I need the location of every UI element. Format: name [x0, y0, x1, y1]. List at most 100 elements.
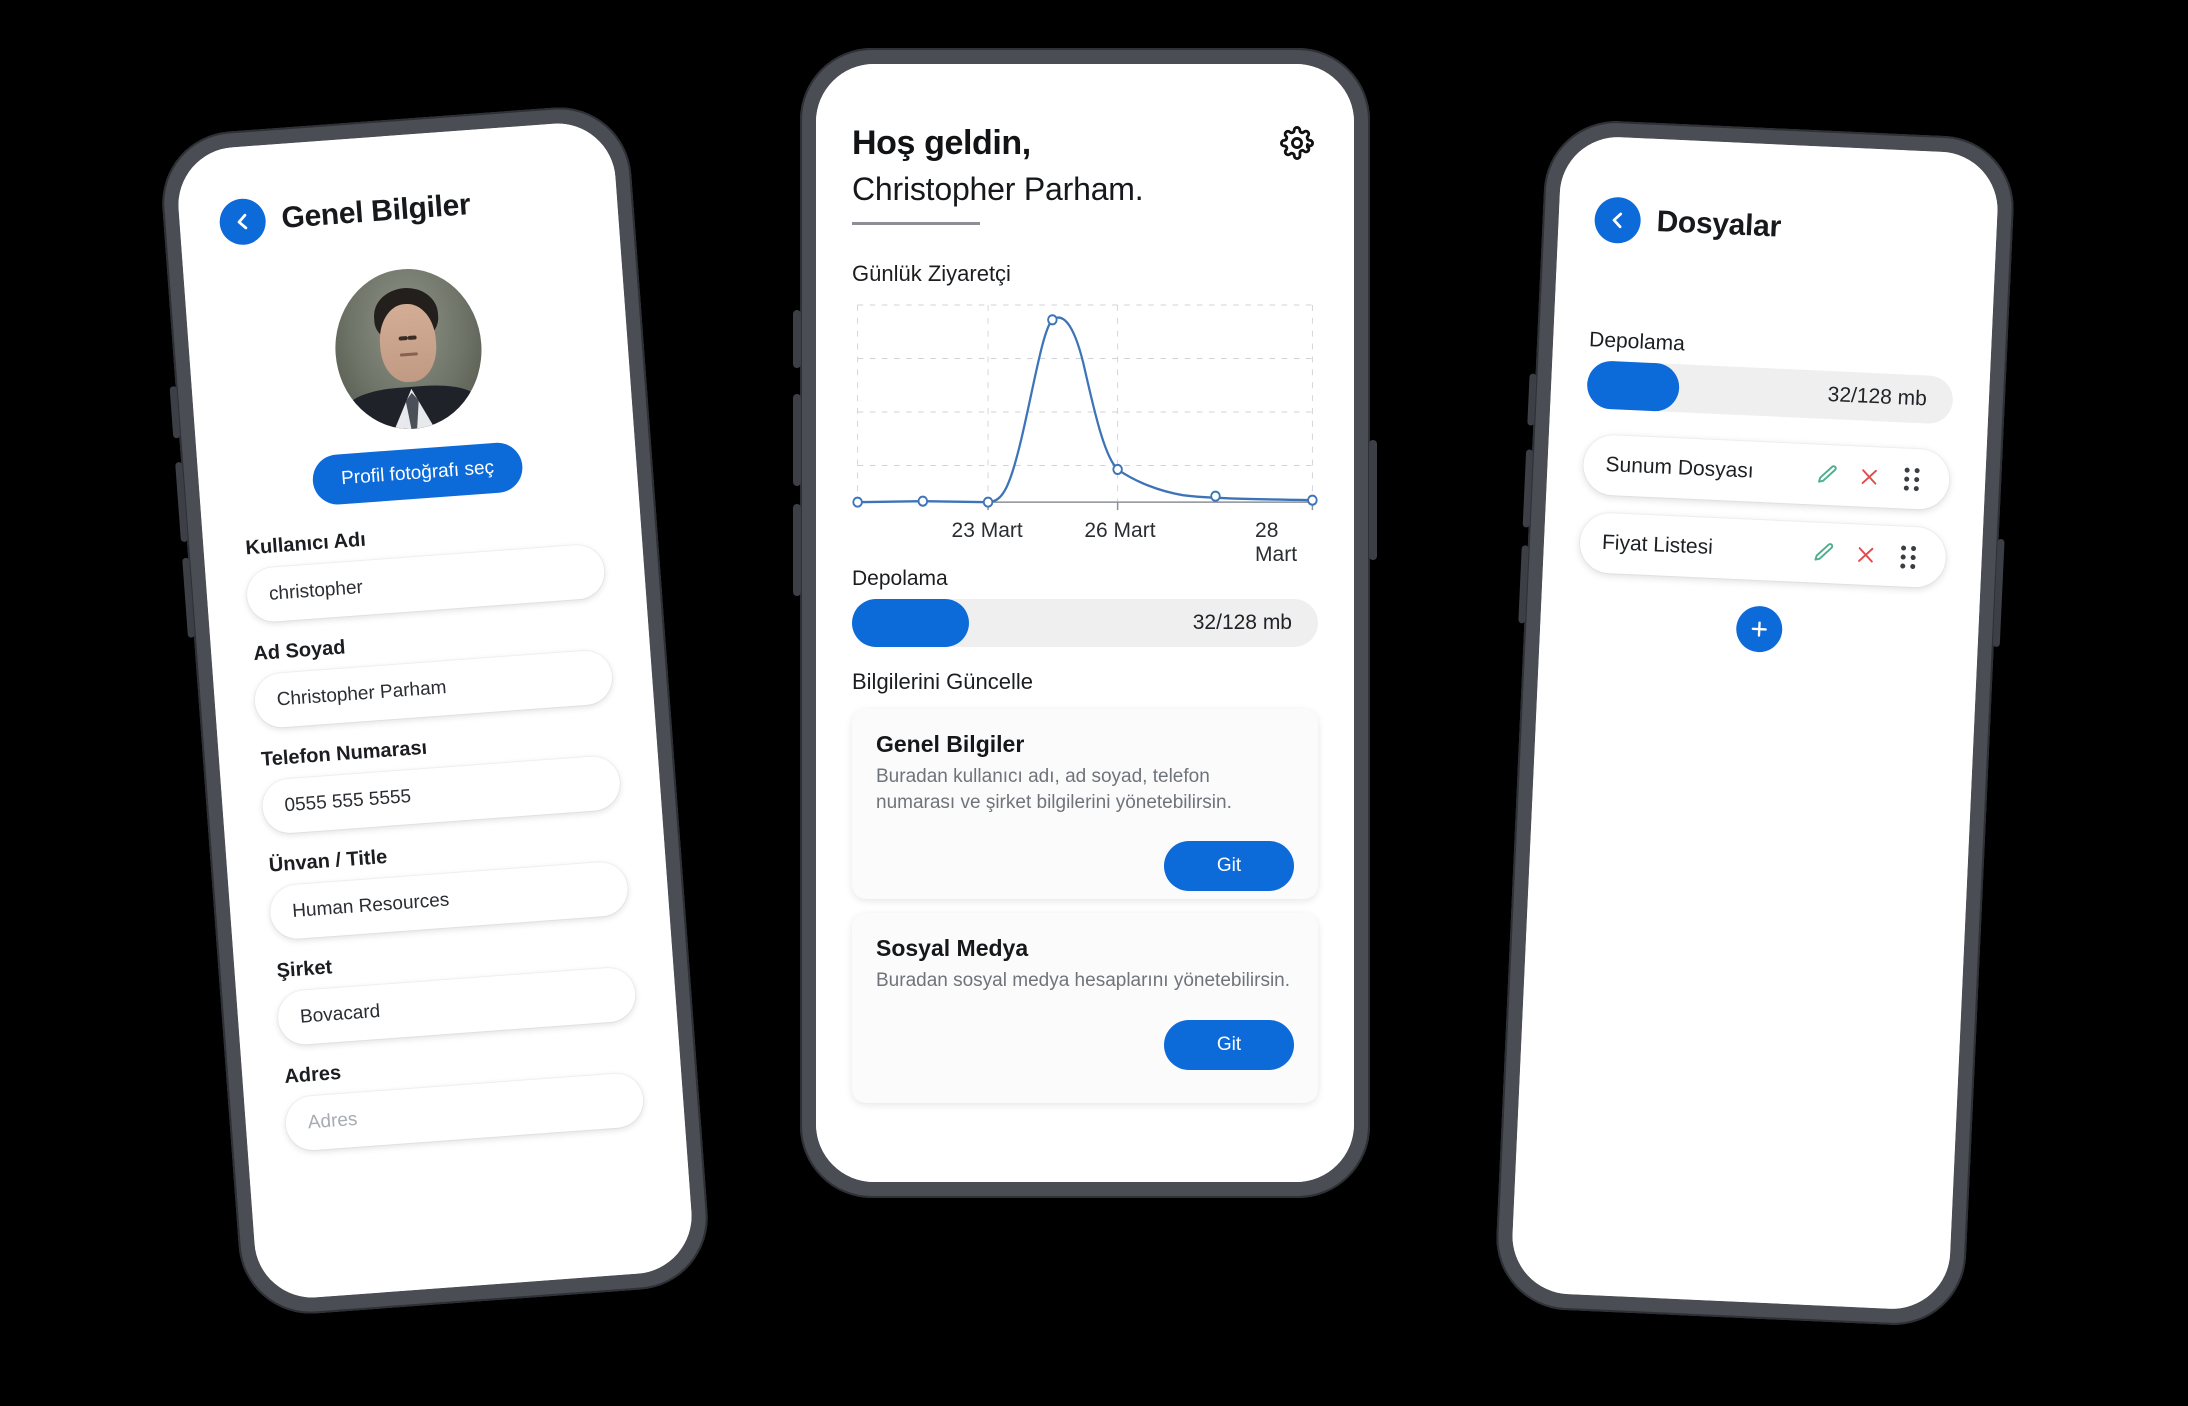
card-title: Genel Bilgiler — [876, 731, 1025, 757]
chart-point — [1047, 314, 1058, 326]
greeting-underline — [852, 222, 980, 225]
home-screen: Hoş geldin, Christopher Parham. Günlük Z… — [816, 64, 1354, 1182]
phone-side-button[interactable] — [793, 310, 801, 368]
drag-handle-icon — [1903, 467, 1920, 491]
chart-point — [982, 496, 994, 508]
chart-point — [1210, 490, 1221, 502]
storage-section: Depolama 32/128 mb — [852, 567, 1318, 647]
storage-progress[interactable]: 32/128 mb — [1586, 360, 1954, 425]
file-name: Sunum Dosyası — [1605, 452, 1755, 483]
storage-value: 32/128 mb — [1827, 382, 1928, 411]
edit-file-button[interactable] — [1807, 536, 1840, 569]
phone-center-bezel: Hoş geldin, Christopher Parham. Günlük Z… — [816, 64, 1354, 1182]
card-title: Sosyal Medya — [876, 935, 1029, 961]
card-description: Buradan kullanıcı adı, ad soyad, telefon… — [876, 766, 1232, 813]
chart-point-markers — [852, 314, 1318, 508]
profile-header: Genel Bilgiler — [218, 174, 578, 247]
form-group-phone: Telefon Numarası 0555 555 5555 — [258, 723, 622, 835]
phone-volume-down-button[interactable] — [182, 557, 196, 638]
phone-right-bezel: Dosyalar Depolama 32/128 mb Sunum Dosyas… — [1509, 134, 2001, 1312]
chart-gridlines-vertical — [857, 304, 1313, 503]
storage-value: 32/128 mb — [1192, 611, 1292, 634]
x-icon — [1861, 469, 1877, 485]
greeting-line-1: Hoş geldin, — [852, 124, 1031, 162]
chart-tick-label: 23 Mart — [951, 519, 1023, 542]
card-cta-button[interactable]: Git — [1164, 841, 1294, 892]
chart-point — [852, 496, 863, 508]
drag-file-handle[interactable] — [1891, 540, 1924, 573]
chevron-left-icon — [237, 213, 248, 230]
form-group-fullname: Ad Soyad Christopher Parham — [251, 617, 614, 730]
screenshot-canvas: Genel Bilgiler Profil fotoğrafı seç Kull… — [0, 0, 2188, 1406]
files-storage-section: Depolama 32/128 mb — [1586, 328, 1955, 425]
chart-tick-label: 26 Mart — [1084, 519, 1156, 542]
pencil-icon — [1818, 465, 1837, 483]
phone-volume-down-button[interactable] — [793, 504, 801, 596]
chart-point — [1307, 494, 1318, 506]
file-name: Fiyat Listesi — [1601, 530, 1714, 559]
avatar[interactable] — [329, 263, 488, 435]
delete-file-button[interactable] — [1853, 460, 1886, 493]
phone-power-button[interactable] — [1369, 440, 1377, 560]
phone-volume-down-button[interactable] — [1518, 545, 1529, 624]
back-button[interactable] — [218, 197, 268, 247]
add-file-button[interactable] — [1735, 605, 1784, 654]
storage-label: Depolama — [852, 567, 948, 590]
chart-title: Günlük Ziyaretçi — [852, 261, 1011, 286]
avatar-block: Profil fotoğrafı seç — [224, 256, 598, 512]
avatar-mouth — [399, 351, 418, 357]
daily-visitors-chart — [852, 299, 1318, 517]
card-cta-button[interactable]: Git — [1164, 1019, 1294, 1070]
chart-point — [917, 495, 929, 507]
choose-profile-photo-button[interactable]: Profil fotoğrafı seç — [311, 441, 524, 507]
form-group-address: Adres Adres — [282, 1040, 645, 1152]
gear-icon[interactable] — [1280, 126, 1314, 160]
edit-file-button[interactable] — [1811, 458, 1844, 491]
card-genel-bilgiler[interactable]: Genel Bilgiler Buradan kullanıcı adı, ad… — [852, 709, 1318, 899]
pencil-icon — [1814, 543, 1834, 561]
form-group-title: Ünvan / Title Human Resources — [266, 829, 630, 941]
plus-icon — [1751, 621, 1767, 637]
drag-file-handle[interactable] — [1895, 462, 1928, 495]
phone-left-profile: Genel Bilgiler Profil fotoğrafı seç Kull… — [157, 102, 713, 1319]
drag-handle-icon — [1899, 544, 1916, 569]
card-description: Buradan sosyal medya hesaplarını yöneteb… — [876, 970, 1291, 991]
update-section-title: Bilgilerini Güncelle — [852, 669, 1033, 694]
page-title: Dosyalar — [1655, 205, 1782, 244]
page-title: Genel Bilgiler — [280, 188, 472, 235]
phone-right-files: Dosyalar Depolama 32/128 mb Sunum Dosyas… — [1493, 117, 2017, 1329]
phone-power-button[interactable] — [1992, 538, 2005, 648]
x-icon — [1858, 547, 1874, 563]
card-sosyal-medya[interactable]: Sosyal Medya Buradan sosyal medya hesapl… — [852, 913, 1318, 1103]
chart-x-tick-labels: 23 Mart 26 Mart 28 Mart — [852, 519, 1318, 566]
phone-side-button[interactable] — [169, 386, 181, 439]
chart-tick-label: 28 Mart — [1255, 519, 1298, 566]
chart-gridlines-horizontal — [857, 304, 1313, 466]
profile-screen: Genel Bilgiler Profil fotoğrafı seç Kull… — [174, 119, 696, 1302]
phone-volume-up-button[interactable] — [175, 461, 188, 543]
storage-progress-fill — [852, 599, 969, 647]
file-row[interactable]: Fiyat Listesi — [1578, 511, 1948, 589]
chart-series-line — [856, 316, 1314, 504]
avatar-eye-right — [407, 335, 417, 341]
form-group-company: Şirket Bovacard — [274, 934, 638, 1047]
form-group-username: Kullanıcı Adı christopher — [243, 511, 607, 624]
phone-volume-up-button[interactable] — [1522, 449, 1534, 528]
phone-volume-up-button[interactable] — [793, 394, 801, 486]
delete-file-button[interactable] — [1849, 538, 1882, 571]
profile-form: Kullanıcı Adı christopher Ad Soyad Chris… — [243, 511, 645, 1152]
chart-svg — [852, 304, 1318, 511]
update-section: Bilgilerini Güncelle Genel Bilgiler Bura… — [852, 669, 1318, 1103]
phone-side-button[interactable] — [1527, 373, 1537, 426]
back-button[interactable] — [1593, 196, 1642, 245]
file-row[interactable]: Sunum Dosyası — [1582, 433, 1951, 511]
chart-point — [1112, 463, 1123, 475]
files-header: Dosyalar — [1593, 196, 1962, 259]
files-screen: Dosyalar Depolama 32/128 mb Sunum Dosyas… — [1509, 134, 2001, 1312]
chevron-left-icon — [1612, 212, 1623, 229]
storage-progress-fill — [1586, 360, 1680, 413]
avatar-eye-left — [398, 336, 408, 341]
greeting-line-2: Christopher Parham. — [852, 171, 1144, 207]
storage-progress[interactable]: 32/128 mb — [852, 599, 1318, 647]
home-content: Hoş geldin, Christopher Parham. Günlük Z… — [816, 64, 1354, 1103]
